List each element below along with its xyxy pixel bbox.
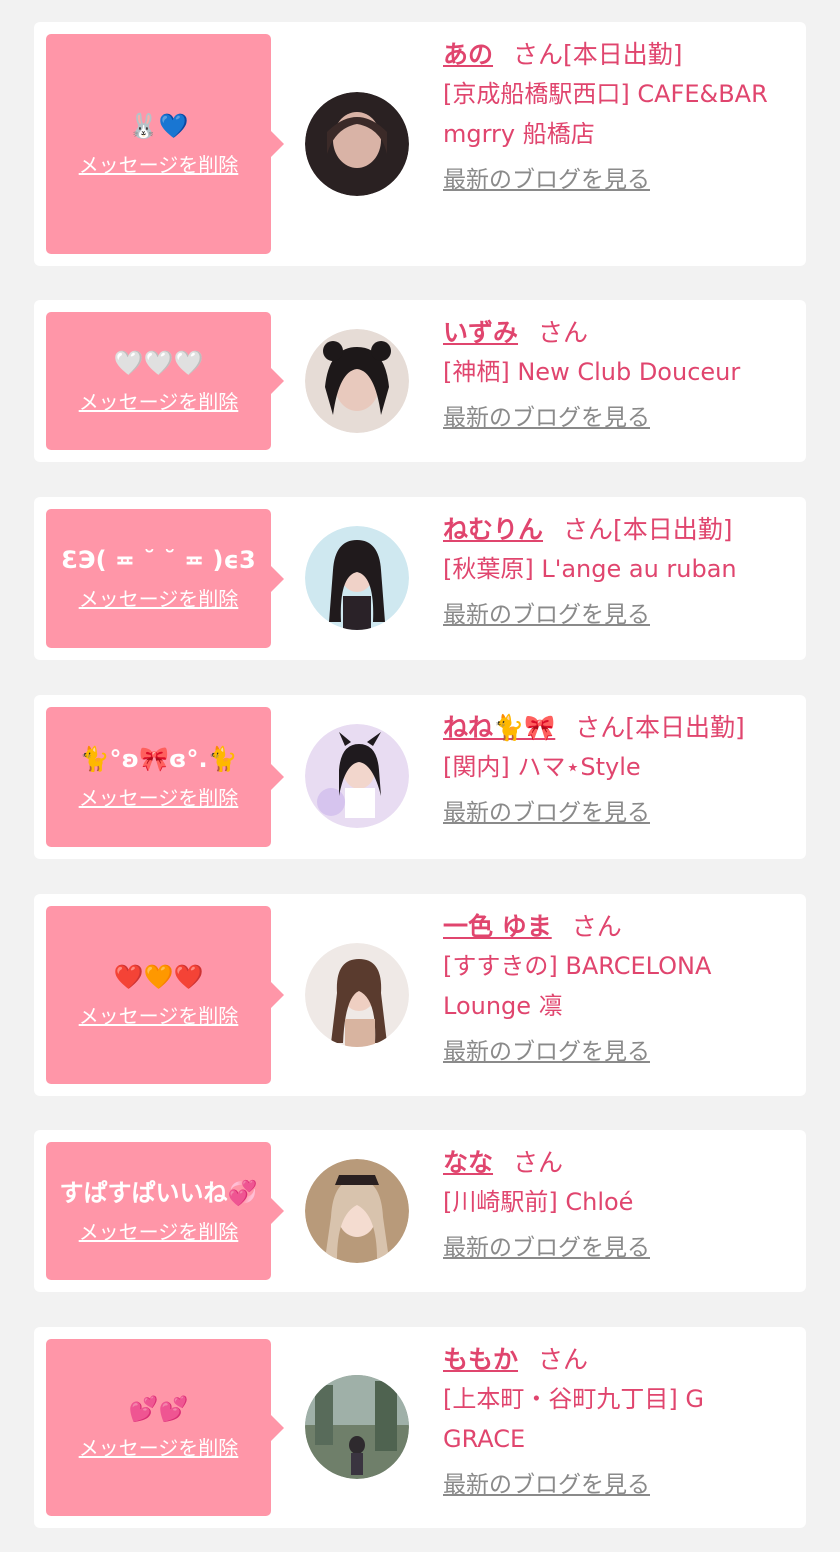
blog-link[interactable]: 最新のブログを見る (443, 400, 650, 436)
name-line: ももか さん (443, 1341, 793, 1379)
shop-name: [上本町・谷町九丁目] G GRACE (443, 1385, 704, 1453)
avatar[interactable] (305, 329, 409, 433)
info-block: あの さん[本日出勤] [京成船橋駅西口] CAFE&BAR mgrry 船橋店 … (443, 36, 793, 198)
shop-name: [川崎駅前] Chloé (443, 1188, 634, 1216)
info-block: いずみ さん [神栖] New Club Douceur 最新のブログを見る (443, 314, 793, 436)
cast-name-link[interactable]: あの (443, 40, 493, 69)
blog-link[interactable]: 最新のブログを見る (443, 1230, 650, 1266)
list-item: すぱすぱいいね💞 メッセージを削除 なな さん [川崎駅前] Chloé 最新のブ… (34, 1130, 806, 1292)
blog-link[interactable]: 最新のブログを見る (443, 1467, 650, 1503)
blog-link[interactable]: 最新のブログを見る (443, 795, 650, 831)
today-badge: [本日出勤] (613, 515, 733, 544)
info-block: ねむりん さん[本日出勤] [秋葉原] L'ange au ruban 最新のブロ… (443, 511, 793, 633)
shop-name: [秋葉原] L'ange au ruban (443, 555, 737, 583)
honorific: さん (538, 1345, 589, 1374)
list-item: 🐈°ʚ🎀ɞ°.🐈 メッセージを削除 ねね🐈🎀 さん[本日出勤] [関内] ハマ⋆S… (34, 695, 806, 859)
shop-name: [すすきの] BARCELONA Lounge 凛 (443, 952, 712, 1020)
cast-name-link[interactable]: なな (443, 1148, 493, 1177)
avatar[interactable] (305, 943, 409, 1047)
delete-message-link[interactable]: メッセージを削除 (79, 1216, 239, 1245)
avatar[interactable] (305, 1159, 409, 1263)
delete-message-link[interactable]: メッセージを削除 (79, 583, 239, 612)
honorific: さん (513, 40, 564, 69)
message-text: ❤️🧡❤️ (113, 962, 204, 991)
message-bubble: ❤️🧡❤️ メッセージを削除 (46, 906, 284, 1084)
message-text: 🐰💙 (128, 111, 189, 140)
message-bubble: 💕💕 メッセージを削除 (46, 1339, 284, 1516)
shop-name: [関内] ハマ⋆Style (443, 753, 641, 781)
delete-message-link[interactable]: メッセージを削除 (79, 149, 239, 178)
delete-message-link[interactable]: メッセージを削除 (79, 386, 239, 415)
cast-name-link[interactable]: ねむりん (443, 515, 543, 544)
avatar[interactable] (305, 1375, 409, 1479)
cast-name-link[interactable]: いずみ (443, 318, 518, 347)
honorific: さん (571, 912, 622, 941)
delete-message-link[interactable]: メッセージを削除 (79, 1432, 239, 1461)
today-badge: [本日出勤] (563, 40, 683, 69)
message-bubble: 🐰💙 メッセージを削除 (46, 34, 284, 254)
avatar[interactable] (305, 92, 409, 196)
cast-name-link[interactable]: ももか (443, 1345, 518, 1374)
message-text: 🐈°ʚ🎀ɞ°.🐈 (79, 744, 238, 773)
cast-name-link[interactable]: 一色 ゆま (443, 912, 552, 941)
delete-message-link[interactable]: メッセージを削除 (79, 782, 239, 811)
name-line: あの さん[本日出勤] (443, 36, 793, 74)
message-bubble: すぱすぱいいね💞 メッセージを削除 (46, 1142, 284, 1280)
honorific: さん (563, 515, 614, 544)
list-item: ƐЭ( ≖ ˘ ˘ ≖ )ϵ3 メッセージを削除 ねむりん さん[本日出勤] [秋… (34, 497, 806, 660)
info-block: 一色 ゆま さん [すすきの] BARCELONA Lounge 凛 最新のブログ… (443, 908, 793, 1070)
message-bubble: 🐈°ʚ🎀ɞ°.🐈 メッセージを削除 (46, 707, 284, 847)
blog-link[interactable]: 最新のブログを見る (443, 1034, 650, 1070)
name-line: ねむりん さん[本日出勤] (443, 511, 793, 549)
shop-name: [京成船橋駅西口] CAFE&BAR mgrry 船橋店 (443, 80, 768, 148)
name-line: なな さん (443, 1144, 793, 1182)
message-bubble: ƐЭ( ≖ ˘ ˘ ≖ )ϵ3 メッセージを削除 (46, 509, 284, 648)
info-block: ねね🐈🎀 さん[本日出勤] [関内] ハマ⋆Style 最新のブログを見る (443, 709, 793, 831)
today-badge: [本日出勤] (625, 713, 745, 742)
favorite-list: 🐰💙 メッセージを削除 あの さん[本日出勤] [京成船橋駅西口] CAFE&BA… (0, 0, 840, 1552)
cast-name-link[interactable]: ねね🐈🎀 (443, 713, 555, 742)
info-block: なな さん [川崎駅前] Chloé 最新のブログを見る (443, 1144, 793, 1266)
list-item: ❤️🧡❤️ メッセージを削除 一色 ゆま さん [すすきの] BARCELONA … (34, 894, 806, 1096)
blog-link[interactable]: 最新のブログを見る (443, 597, 650, 633)
honorific: さん (513, 1148, 564, 1177)
shop-name: [神栖] New Club Douceur (443, 358, 741, 386)
honorific: さん (538, 318, 589, 347)
name-line: いずみ さん (443, 314, 793, 352)
avatar[interactable] (305, 526, 409, 630)
message-bubble: 🤍🤍🤍 メッセージを削除 (46, 312, 284, 450)
blog-link[interactable]: 最新のブログを見る (443, 162, 650, 198)
name-line: 一色 ゆま さん (443, 908, 793, 946)
honorific: さん (575, 713, 626, 742)
message-text: ƐЭ( ≖ ˘ ˘ ≖ )ϵ3 (61, 546, 256, 574)
info-block: ももか さん [上本町・谷町九丁目] G GRACE 最新のブログを見る (443, 1341, 793, 1503)
message-text: 💕💕 (128, 1395, 189, 1423)
message-text: 🤍🤍🤍 (113, 348, 204, 377)
message-text: すぱすぱいいね💞 (59, 1178, 258, 1207)
delete-message-link[interactable]: メッセージを削除 (79, 1000, 239, 1029)
list-item: 💕💕 メッセージを削除 ももか さん [上本町・谷町九丁目] G GRACE 最新… (34, 1327, 806, 1528)
name-line: ねね🐈🎀 さん[本日出勤] (443, 709, 793, 747)
list-item: 🤍🤍🤍 メッセージを削除 いずみ さん [神栖] New Club Douceur… (34, 300, 806, 462)
avatar[interactable] (305, 724, 409, 828)
list-item: 🐰💙 メッセージを削除 あの さん[本日出勤] [京成船橋駅西口] CAFE&BA… (34, 22, 806, 266)
